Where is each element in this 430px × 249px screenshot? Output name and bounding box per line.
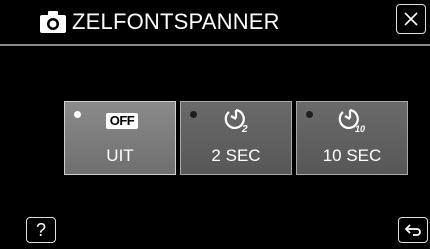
title-bar: ZELFONTSPANNER [0, 0, 430, 46]
option-2sec-button[interactable]: 2 2 SEC [180, 101, 292, 175]
return-icon [404, 224, 421, 236]
self-timer-10-icon: 10 [334, 108, 374, 134]
option-label: UIT [106, 146, 134, 165]
selection-indicator [74, 111, 81, 118]
close-button[interactable] [396, 4, 426, 34]
option-off-button[interactable]: OFF UIT [64, 101, 176, 175]
back-button[interactable] [398, 217, 428, 243]
self-timer-2-icon: 2 [218, 108, 258, 134]
selection-indicator [190, 111, 197, 118]
help-button[interactable]: ? [26, 217, 56, 243]
camera-icon [40, 11, 66, 33]
option-label: 2 SEC [211, 146, 261, 165]
option-label: 10 SEC [322, 146, 382, 165]
svg-text:2: 2 [241, 124, 248, 134]
page-title: ZELFONTSPANNER [72, 9, 280, 34]
option-10sec-button[interactable]: 10 10 SEC [296, 101, 408, 175]
selection-indicator [306, 111, 313, 118]
close-icon [404, 12, 418, 26]
svg-text:10: 10 [355, 124, 365, 134]
off-icon: OFF [102, 108, 142, 134]
help-label: ? [35, 220, 46, 240]
